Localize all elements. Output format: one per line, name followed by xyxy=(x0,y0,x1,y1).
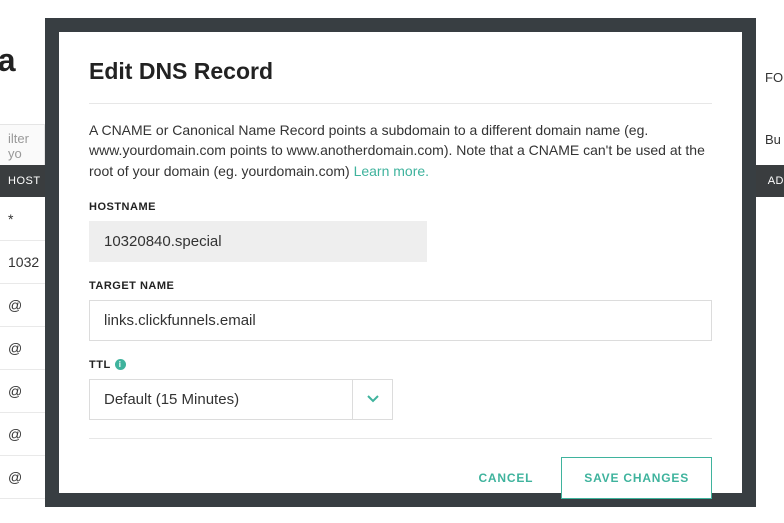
modal-footer: CANCEL SAVE CHANGES xyxy=(89,438,712,499)
target-group: TARGET NAME xyxy=(89,280,712,341)
help-text: A CNAME or Canonical Name Record points … xyxy=(89,120,712,181)
divider xyxy=(89,103,712,104)
hostname-group: HOSTNAME 10320840.special xyxy=(89,201,712,262)
info-icon[interactable]: i xyxy=(115,359,126,370)
table-rows-fragment: * 1032 @ @ @ @ @ xyxy=(0,198,45,499)
table-row[interactable]: @ xyxy=(0,456,45,499)
modal-backdrop: Edit DNS Record A CNAME or Canonical Nam… xyxy=(45,18,756,507)
ttl-label: TTL xyxy=(89,359,111,371)
target-name-input[interactable] xyxy=(89,300,712,341)
right-bu: Bu xyxy=(759,124,784,156)
cancel-button[interactable]: CANCEL xyxy=(470,459,541,497)
table-row[interactable]: 1032 xyxy=(0,241,45,284)
table-row[interactable]: @ xyxy=(0,370,45,413)
ttl-selected-value: Default (15 Minutes) xyxy=(89,379,353,420)
ttl-label-row: TTL i xyxy=(89,359,712,371)
filter-input-fragment[interactable]: ilter yo xyxy=(0,124,45,168)
table-row[interactable]: @ xyxy=(0,284,45,327)
target-label: TARGET NAME xyxy=(89,280,712,292)
save-changes-button[interactable]: SAVE CHANGES xyxy=(561,457,712,499)
modal-title: Edit DNS Record xyxy=(89,58,712,85)
table-row[interactable]: @ xyxy=(0,327,45,370)
right-fo: FO xyxy=(759,62,784,94)
edit-dns-modal: Edit DNS Record A CNAME or Canonical Nam… xyxy=(59,32,742,493)
page-title-fragment: ea xyxy=(0,42,16,79)
ttl-group: TTL i Default (15 Minutes) xyxy=(89,359,712,420)
table-row[interactable]: @ xyxy=(0,413,45,456)
hostname-label: HOSTNAME xyxy=(89,201,712,213)
hostname-field: 10320840.special xyxy=(89,221,427,262)
header-addr: AD xyxy=(760,175,784,187)
table-row[interactable]: * xyxy=(0,198,45,241)
learn-more-link[interactable]: Learn more. xyxy=(354,163,429,179)
ttl-select[interactable]: Default (15 Minutes) xyxy=(89,379,393,420)
chevron-down-icon[interactable] xyxy=(353,379,393,420)
header-host: HOST xyxy=(0,175,45,187)
right-column-fragment: FO Bu xyxy=(759,62,784,156)
